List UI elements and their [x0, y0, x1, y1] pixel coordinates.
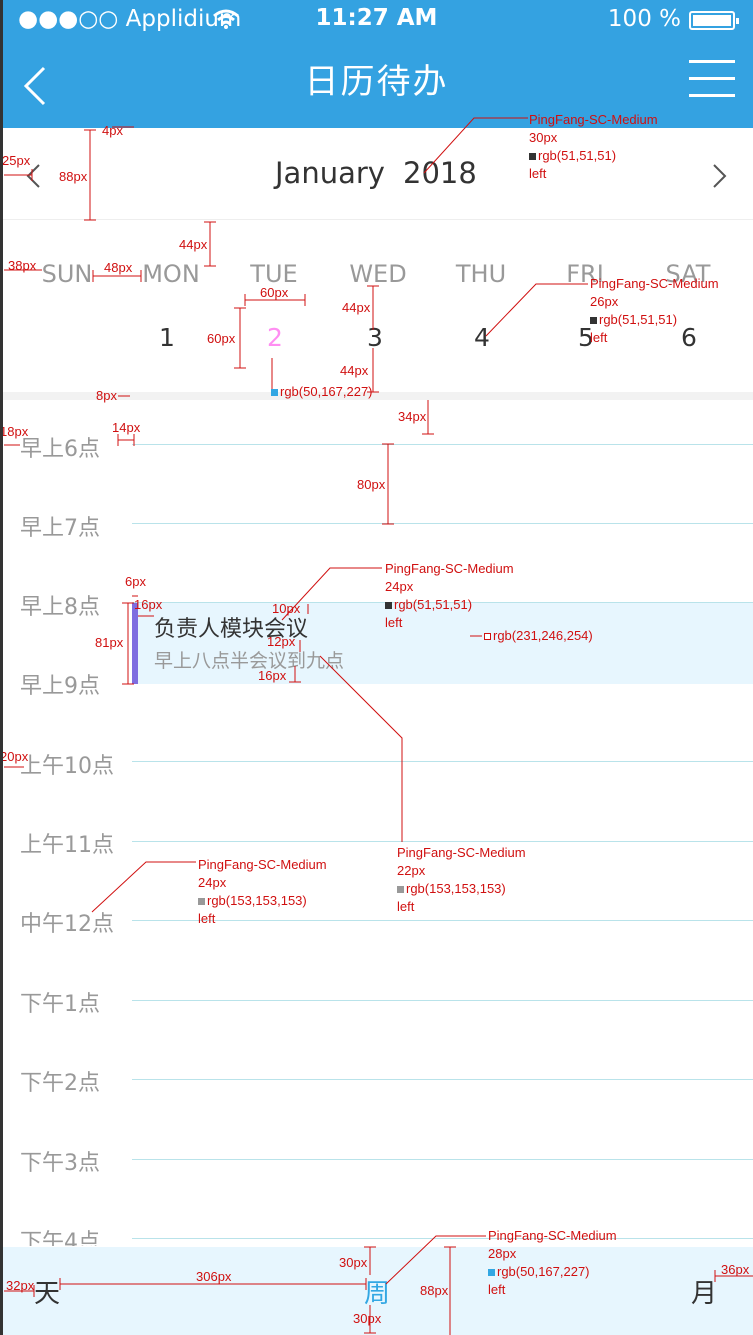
date-cell[interactable]: 3	[345, 308, 405, 368]
event-accent-bar	[132, 603, 138, 684]
hour-label: 下午4点	[20, 1230, 100, 1246]
battery-icon	[689, 11, 739, 30]
hour-label: 下午3点	[20, 1151, 100, 1176]
hamburger-menu-icon[interactable]	[689, 60, 735, 100]
hour-label: 上午11点	[20, 833, 114, 858]
hour-line	[132, 444, 753, 445]
annotation-label: 44px	[179, 237, 208, 252]
tab-week[interactable]: 周	[364, 1273, 390, 1310]
annotation-label: 8px	[96, 388, 117, 403]
day-timeline[interactable]: 早上6点 早上7点 早上8点 早上9点 上午10点 上午11点 中午12点 下午…	[0, 400, 753, 1246]
tab-day[interactable]: 天	[34, 1273, 60, 1310]
annotation-label: 14px	[112, 420, 141, 435]
hour-label: 早上9点	[20, 674, 100, 699]
hour-line	[132, 1238, 753, 1239]
status-bar: ●●●○○ Applidium 11:27 AM 100 %	[0, 0, 753, 40]
annotation-label: 60px	[207, 331, 236, 346]
annotation-label: 25px	[2, 153, 31, 168]
date-cell[interactable]: 1	[137, 308, 197, 368]
month-label: January	[275, 156, 385, 190]
spec-tab-label: PingFang-SC-Medium 28px rgb(50,167,227) …	[488, 1228, 617, 1297]
event-subtitle: 早上八点半会议到九点	[154, 650, 345, 672]
annotation-label: 306px	[196, 1269, 232, 1284]
annotation-label: 36px	[721, 1262, 750, 1277]
hour-label: 下午1点	[20, 992, 100, 1017]
spec-selected-color: rgb(50,167,227)	[271, 383, 373, 401]
battery-percent: 100 %	[607, 6, 681, 32]
page-title: 日历待办	[304, 62, 449, 102]
annotation-label: 44px	[340, 363, 369, 378]
spec-hour-label: PingFang-SC-Medium 24px rgb(153,153,153)…	[198, 857, 327, 926]
annotation-label: 30px	[339, 1255, 368, 1270]
hour-line	[132, 1079, 753, 1080]
annotation-label: 10px	[272, 601, 301, 616]
annotation-label: 34px	[398, 409, 427, 424]
hour-line	[132, 761, 753, 762]
annotation-label: 32px	[6, 1278, 35, 1293]
annotation-label: 6px	[125, 574, 146, 589]
spec-event-subtitle: PingFang-SC-Medium 22px rgb(153,153,153)…	[397, 845, 526, 914]
tab-month[interactable]: 月	[691, 1273, 717, 1310]
hour-label: 下午2点	[20, 1071, 100, 1096]
spec-event-bg: rgb(231,246,254)	[484, 627, 593, 645]
hour-label: 上午10点	[20, 754, 114, 779]
weekday-mon: MON	[142, 260, 200, 288]
spec-date-label: PingFang-SC-Medium 26px rgb(51,51,51) le…	[590, 276, 719, 345]
hour-label: 早上6点	[20, 437, 100, 462]
hour-line	[132, 1000, 753, 1001]
annotation-label: 16px	[258, 668, 287, 683]
spec-month-label: PingFang-SC-Medium 30px rgb(51,51,51) le…	[529, 112, 658, 181]
annotation-label: 18px	[0, 424, 29, 439]
annotation-label: 4px	[102, 123, 123, 138]
hour-label: 早上8点	[20, 595, 100, 620]
chevron-right-icon[interactable]	[709, 162, 729, 190]
date-cell-selected[interactable]: 2	[245, 308, 305, 368]
annotation-label: 20px	[0, 749, 29, 764]
weekday-thu: THU	[455, 260, 507, 288]
annotation-label: 44px	[342, 300, 371, 315]
hour-line	[132, 841, 753, 842]
annotation-label: 16px	[134, 597, 163, 612]
weekday-wed: WED	[349, 260, 407, 288]
hour-label: 中午12点	[20, 912, 114, 937]
annotation-label: 12px	[267, 634, 296, 649]
annotation-label: 81px	[95, 635, 124, 650]
date-cell[interactable]: 4	[452, 308, 512, 368]
annotation-label: 30px	[353, 1311, 382, 1326]
annotation-label: 48px	[104, 260, 133, 275]
hour-line	[132, 523, 753, 524]
date-cell-label: 2	[267, 323, 283, 352]
spec-event-title: PingFang-SC-Medium 24px rgb(51,51,51) le…	[385, 561, 514, 630]
hour-label: 早上7点	[20, 516, 100, 541]
annotation-label: 88px	[420, 1283, 449, 1298]
annotation-label: 60px	[260, 285, 289, 300]
annotation-label: 88px	[59, 169, 88, 184]
year-label: 2018	[403, 156, 477, 190]
annotation-label: 38px	[8, 258, 37, 273]
annotation-label: 80px	[357, 477, 386, 492]
left-edge-rule	[0, 0, 3, 1335]
hour-line	[132, 1159, 753, 1160]
